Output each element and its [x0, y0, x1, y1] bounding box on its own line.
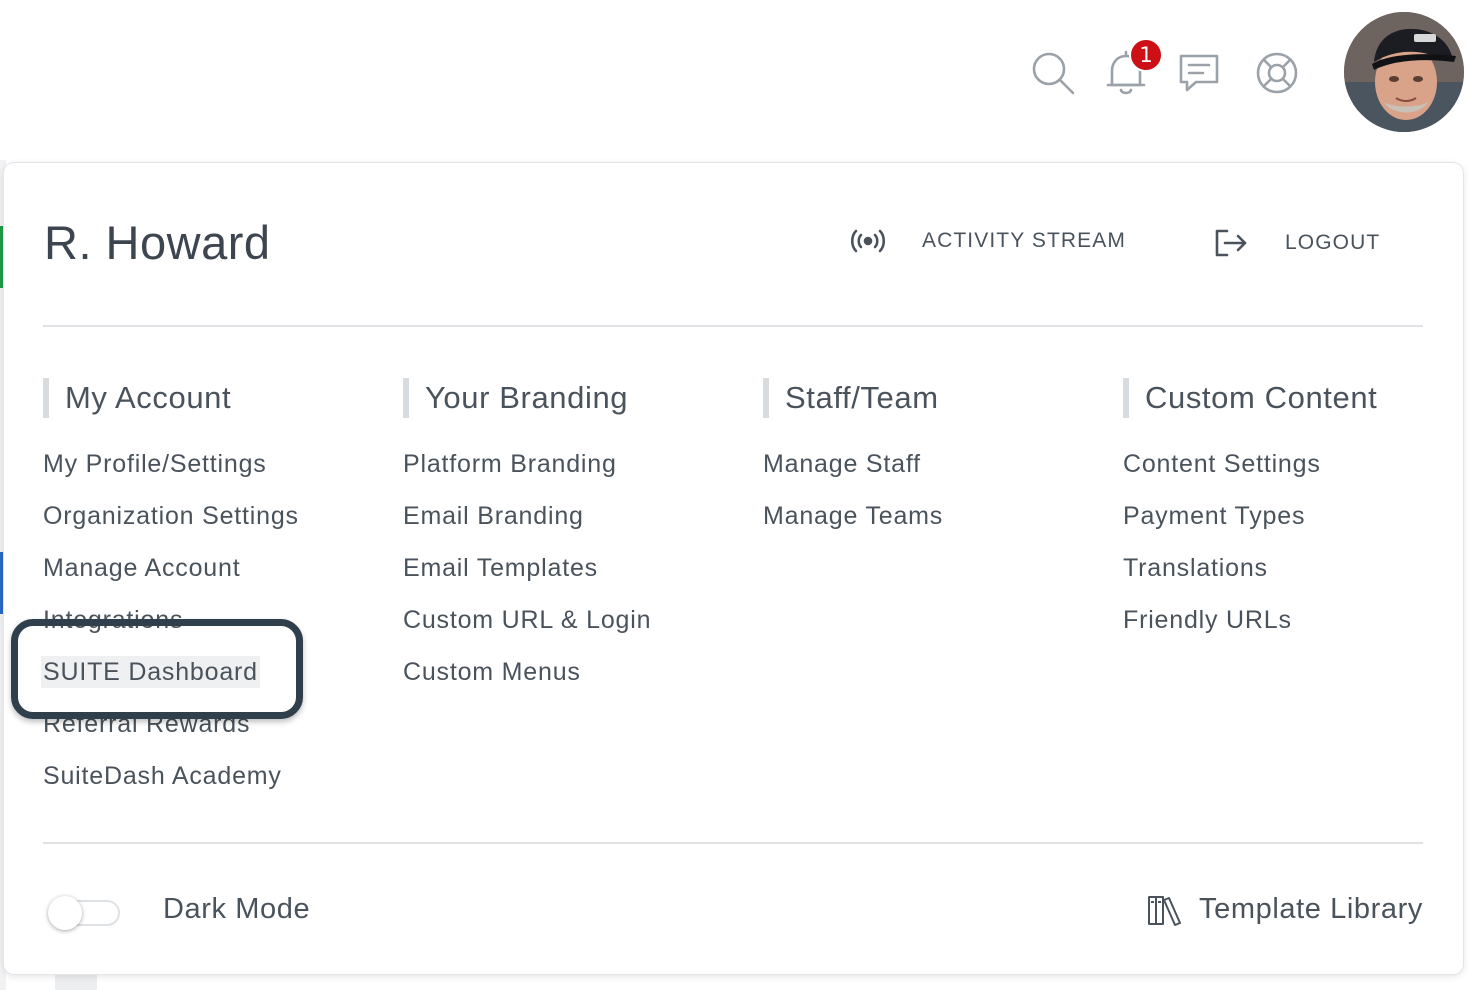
menu-item-my-profile[interactable]: My Profile/Settings — [43, 448, 383, 500]
menu-item-email-templates[interactable]: Email Templates — [403, 552, 743, 604]
edge-accent-green — [0, 226, 3, 288]
top-bar: 1 — [0, 0, 1470, 160]
menu-item-friendly-urls[interactable]: Friendly URLs — [1123, 604, 1463, 656]
menu-item-manage-account[interactable]: Manage Account — [43, 552, 383, 604]
column-staff-team: Staff/Team Manage Staff Manage Teams — [763, 378, 1103, 552]
menu-item-manage-staff[interactable]: Manage Staff — [763, 448, 1103, 500]
menu-list: My Profile/Settings Organization Setting… — [41, 448, 383, 812]
column-title: My Account — [43, 378, 383, 418]
menu-item-manage-teams[interactable]: Manage Teams — [763, 500, 1103, 552]
menu-item-custom-menus[interactable]: Custom Menus — [403, 656, 743, 708]
menu-item-payment-types[interactable]: Payment Types — [1123, 500, 1463, 552]
notification-badge: 1 — [1129, 38, 1163, 72]
header-divider — [43, 325, 1423, 327]
logout-label: LOGOUT — [1285, 231, 1381, 254]
dark-mode-label: Dark Mode — [163, 893, 311, 925]
column-my-account: My Account My Profile/Settings Organizat… — [41, 378, 383, 812]
chat-icon — [1179, 54, 1219, 92]
menu-item-content-settings[interactable]: Content Settings — [1123, 448, 1463, 500]
activity-stream-label: ACTIVITY STREAM — [922, 229, 1126, 252]
menu-item-translations[interactable]: Translations — [1123, 552, 1463, 604]
menu-item-organization-settings[interactable]: Organization Settings — [43, 500, 383, 552]
support-button[interactable] — [1252, 46, 1302, 100]
account-dropdown-panel: R. Howard ACTIVITY STREAM LOGOUT My Acco… — [4, 163, 1463, 974]
menu-list: Content Settings Payment Types Translati… — [1123, 448, 1463, 656]
logout-link[interactable]: LOGOUT — [1213, 227, 1380, 259]
user-name: R. Howard — [44, 216, 271, 269]
menu-list: Platform Branding Email Branding Email T… — [403, 448, 743, 708]
messages-button[interactable] — [1174, 46, 1224, 100]
avatar[interactable] — [1344, 12, 1464, 132]
search-icon — [1032, 52, 1075, 95]
menu-item-email-branding[interactable]: Email Branding — [403, 500, 743, 552]
column-title: Staff/Team — [763, 378, 1103, 418]
column-title: Custom Content — [1123, 378, 1463, 418]
activity-stream-link[interactable]: ACTIVITY STREAM — [850, 227, 1126, 255]
menu-item-suitedash-academy[interactable]: SuiteDash Academy — [43, 760, 383, 812]
template-library-link[interactable]: Template Library — [1147, 893, 1423, 926]
menu-item-referral-rewards[interactable]: Referral Rewards — [43, 708, 383, 760]
search-button[interactable] — [1028, 46, 1078, 100]
broadcast-icon — [850, 229, 886, 253]
footer-divider — [43, 842, 1423, 844]
user-photo — [1344, 12, 1464, 132]
logout-icon — [1215, 229, 1247, 257]
support-icon — [1256, 52, 1298, 94]
menu-item-custom-url-login[interactable]: Custom URL & Login — [403, 604, 743, 656]
column-custom-content: Custom Content Content Settings Payment … — [1123, 378, 1463, 656]
menu-item-integrations[interactable]: Integrations — [43, 604, 383, 656]
library-icon — [1148, 895, 1182, 926]
toggle-knob — [48, 896, 82, 930]
column-your-branding: Your Branding Platform Branding Email Br… — [403, 378, 743, 708]
menu-list: Manage Staff Manage Teams — [763, 448, 1103, 552]
background-strip — [55, 972, 97, 990]
template-library-label: Template Library — [1199, 893, 1423, 925]
column-title: Your Branding — [403, 378, 743, 418]
dark-mode-toggle[interactable] — [48, 896, 120, 930]
edge-accent-blue — [0, 552, 3, 614]
menu-item-suite-dashboard[interactable]: SUITE Dashboard — [41, 656, 383, 708]
menu-item-platform-branding[interactable]: Platform Branding — [403, 448, 743, 500]
